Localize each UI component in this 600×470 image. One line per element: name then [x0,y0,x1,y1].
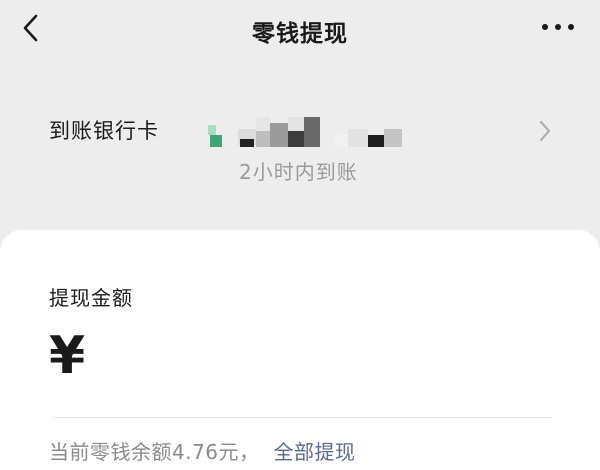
more-button[interactable] [540,15,576,39]
chevron-right-icon [539,120,551,142]
divider [52,417,552,418]
withdraw-amount-label: 提现金额 [49,286,133,310]
amount-row: ¥ [49,326,549,396]
page-title: 零钱提现 [252,21,348,47]
balance-text: 当前零钱余额4.76元， [49,440,260,464]
currency-symbol: ¥ [49,326,86,386]
withdraw-all-link[interactable]: 全部提现 [274,440,356,464]
withdraw-panel: 提现金额 ¥ 当前零钱余额4.76元， 全部提现 [0,230,600,470]
bank-card-selector[interactable]: 到账银行卡 2小时内到账 [0,95,600,195]
nav-bar: 零钱提现 [0,0,600,58]
arrival-time: 2小时内到账 [239,160,358,184]
masked-card-number [208,113,408,147]
amount-input[interactable] [99,334,539,390]
more-dots-icon [542,24,574,30]
bank-card-label: 到账银行卡 [49,119,159,143]
balance-row: 当前零钱余额4.76元， 全部提现 [49,436,356,465]
